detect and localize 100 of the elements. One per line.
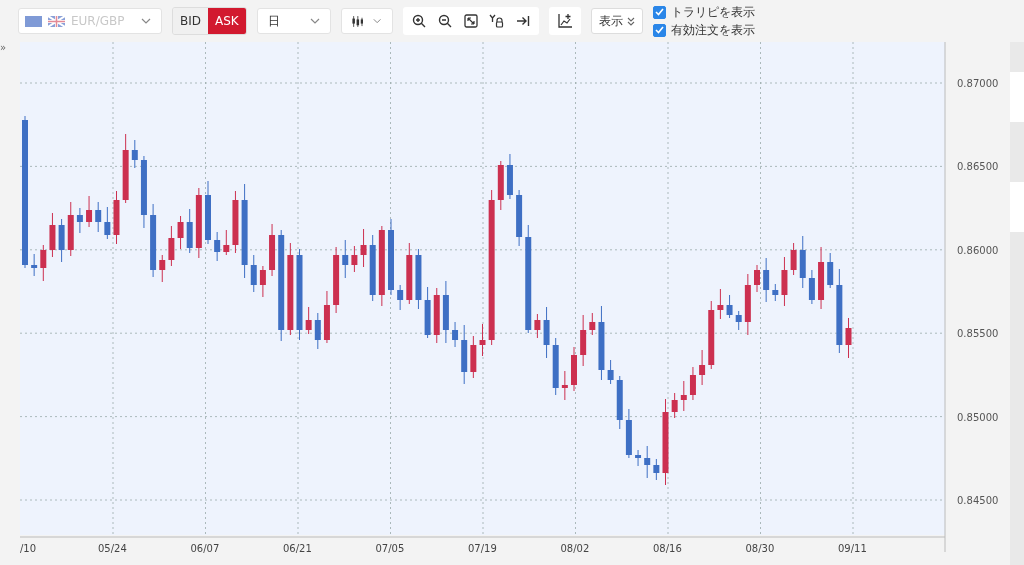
candlestick (671, 392, 678, 419)
candlestick (680, 380, 687, 412)
candlestick (735, 310, 742, 331)
price-side-tab[interactable]: ASK (208, 8, 246, 34)
candlestick (744, 273, 751, 336)
arrow-to-bar-icon (515, 15, 530, 27)
candlestick (76, 207, 83, 234)
candlestick (845, 317, 852, 359)
candlestick (497, 160, 504, 211)
candlestick (717, 288, 724, 320)
candlestick (534, 313, 541, 339)
candlestick (159, 254, 166, 283)
candlestick (333, 246, 340, 314)
x-axis-label: 08/16 (653, 543, 682, 554)
candlestick (186, 208, 193, 254)
y-axis-label: 0.85000 (957, 411, 999, 423)
candlestick (214, 231, 221, 262)
add-indicator-icon (556, 13, 573, 29)
candlestick (726, 294, 733, 319)
y-axis-label: 0.86000 (957, 244, 999, 256)
y-axis-label: 0.84500 (957, 495, 999, 506)
candlestick (552, 337, 559, 396)
candlestick (516, 189, 523, 247)
candlestick (177, 215, 184, 250)
candlestick (607, 359, 614, 385)
candlestick (259, 265, 266, 298)
chart-type-select[interactable] (340, 8, 393, 34)
zoom-out-icon (437, 14, 452, 28)
candlestick (342, 239, 349, 279)
candlestick (589, 312, 596, 336)
candlestick (708, 300, 715, 370)
candlestick (49, 212, 56, 258)
candlestick (360, 228, 367, 268)
candlestick (506, 153, 513, 200)
candlestick (397, 284, 404, 311)
y-axis-label: 0.86500 (957, 161, 999, 173)
candlestick (580, 314, 587, 367)
candlestick (223, 229, 230, 256)
candlestick (754, 264, 760, 293)
candlestick (406, 242, 413, 305)
candlestick (772, 283, 779, 302)
candlestick (67, 201, 74, 257)
checkbox[interactable] (652, 23, 666, 37)
candlestick (305, 306, 312, 335)
candlestick (461, 324, 468, 385)
collapse-toggle[interactable]: » (0, 42, 7, 53)
candlestick (86, 195, 93, 228)
candlestick (616, 375, 623, 430)
candlestick (314, 312, 321, 350)
candlestick (104, 206, 111, 240)
chevron-down-icon (141, 18, 151, 24)
candlestick (699, 349, 706, 386)
candlestick (58, 218, 65, 263)
x-axis-label: 05/24 (98, 543, 127, 554)
candlestick (95, 201, 102, 233)
double-chevron-icon (626, 16, 635, 26)
y-lock-icon (489, 14, 505, 28)
candlestick (689, 366, 696, 401)
x-axis-label: 08/02 (560, 543, 590, 554)
candlestick (543, 306, 550, 359)
y-axis-label: 0.85500 (957, 328, 999, 340)
candlestick (808, 269, 815, 305)
candlestick (369, 234, 376, 302)
x-axis-label: 09/11 (838, 543, 867, 554)
period-select[interactable]: 日 (256, 8, 331, 34)
checkbox[interactable] (652, 5, 666, 19)
candlestick (561, 370, 568, 401)
candlestick (122, 133, 129, 204)
candlestick (827, 252, 834, 289)
candlestick (168, 225, 175, 267)
candlestick (433, 287, 440, 344)
candlestick (113, 190, 120, 245)
candlestick (323, 290, 330, 344)
candlestick (635, 449, 642, 467)
checkbox-label: 有効注文を表示 (670, 22, 755, 38)
x-axis-label: /10 (20, 543, 37, 554)
candlestick (781, 256, 788, 307)
x-axis-label: 07/19 (468, 543, 497, 554)
y-axis-label: 0.87000 (957, 78, 999, 89)
candlestick (653, 458, 660, 481)
candlestick (763, 257, 770, 303)
candlestick (790, 242, 797, 276)
x-axis-label: 06/21 (283, 543, 312, 554)
candlestick (625, 408, 632, 459)
uk-flag-icon (48, 15, 65, 27)
candlestick (799, 235, 806, 289)
candlestick (479, 323, 486, 357)
candlestick (644, 445, 651, 479)
eu-flag-icon (25, 15, 42, 27)
chevron-down-icon (373, 18, 382, 24)
x-axis-label: 08/30 (745, 543, 775, 554)
fit-screen-icon (463, 14, 478, 28)
x-axis-label: 07/05 (375, 543, 405, 554)
candlestick (40, 244, 47, 282)
display-menu-button[interactable]: 表示 (590, 8, 643, 34)
x-axis-label: 06/07 (190, 543, 220, 554)
zoom-in-icon (411, 14, 426, 28)
candlestick (232, 190, 239, 254)
candlestick (351, 245, 358, 273)
chevron-down-icon (309, 18, 320, 24)
